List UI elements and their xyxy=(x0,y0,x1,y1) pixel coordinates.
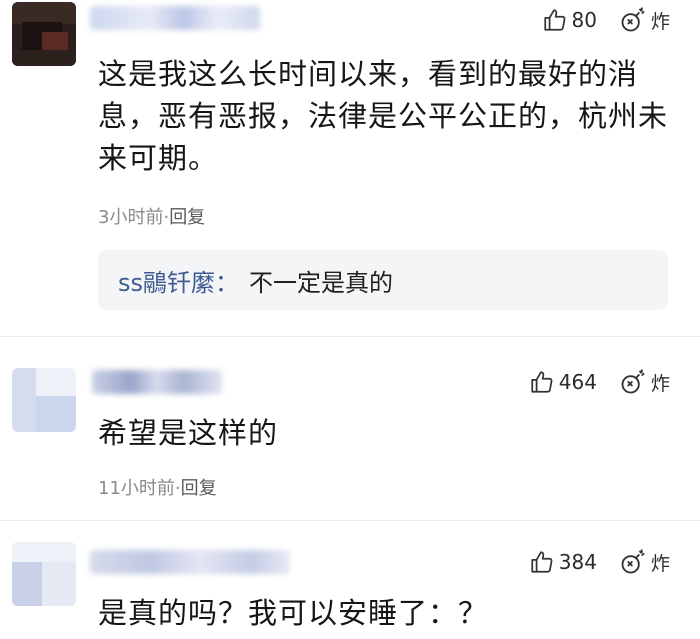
username-blurred[interactable] xyxy=(92,370,222,394)
comment-text: 这是我这么长时间以来，看到的最好的消息，恶有恶报，法律是公平公正的，杭州未来可期… xyxy=(98,57,669,175)
comment-3: 384 炸 是真的吗？我可以安睡了：？ xyxy=(0,534,700,639)
reply-username[interactable]: ss鷊钎縻 xyxy=(118,263,215,298)
bomb-icon xyxy=(621,7,645,32)
reply-colon: ： xyxy=(215,268,240,297)
comment-text: 希望是这样的 xyxy=(98,416,279,450)
reply-box[interactable]: ss鷊钎縻 ： 不一定是真的 xyxy=(98,250,668,310)
username-blurred[interactable] xyxy=(90,550,290,574)
comment-actions: 384 炸 xyxy=(529,548,670,576)
comment-text: 是真的吗？我可以安睡了：？ xyxy=(98,596,489,630)
timestamp: 11小时前 xyxy=(98,478,175,499)
comment-meta: 3小时前·回复 xyxy=(98,203,205,229)
bomb-button[interactable]: 炸 xyxy=(619,6,670,34)
timestamp: 3小时前 xyxy=(98,207,164,228)
bomb-icon xyxy=(621,369,645,394)
bomb-label: 炸 xyxy=(650,372,670,395)
like-button[interactable]: 464 xyxy=(529,369,597,395)
reply-link[interactable]: 回复 xyxy=(169,207,205,228)
like-count: 80 xyxy=(571,8,597,32)
comment-actions: 80 炸 xyxy=(542,6,670,34)
like-button[interactable]: 384 xyxy=(529,549,597,575)
thumbs-up-icon xyxy=(531,371,553,393)
bomb-icon xyxy=(621,549,645,574)
bomb-label: 炸 xyxy=(650,552,670,575)
thumbs-up-icon xyxy=(543,9,565,31)
username-blurred[interactable] xyxy=(90,6,260,30)
comment-1: 80 炸 这是我这么长时间以来，看到的最好的消息，恶有恶报，法律是公平公正的，杭… xyxy=(0,0,700,330)
avatar[interactable] xyxy=(12,368,76,432)
avatar[interactable] xyxy=(12,542,76,606)
comment-2: 464 炸 希望是这样的 11小时前·回复 xyxy=(0,354,700,524)
thumbs-up-icon xyxy=(531,551,553,573)
comment-actions: 464 炸 xyxy=(529,368,670,396)
bomb-button[interactable]: 炸 xyxy=(619,548,670,576)
bomb-label: 炸 xyxy=(650,10,670,33)
avatar[interactable] xyxy=(12,2,76,66)
like-count: 464 xyxy=(558,370,597,394)
reply-text: 不一定是真的 xyxy=(249,268,394,297)
comment-meta: 11小时前·回复 xyxy=(98,474,217,500)
divider xyxy=(0,520,700,521)
divider xyxy=(0,336,700,337)
reply-link[interactable]: 回复 xyxy=(181,478,217,499)
like-count: 384 xyxy=(558,550,597,574)
like-button[interactable]: 80 xyxy=(542,7,597,33)
bomb-button[interactable]: 炸 xyxy=(619,368,670,396)
